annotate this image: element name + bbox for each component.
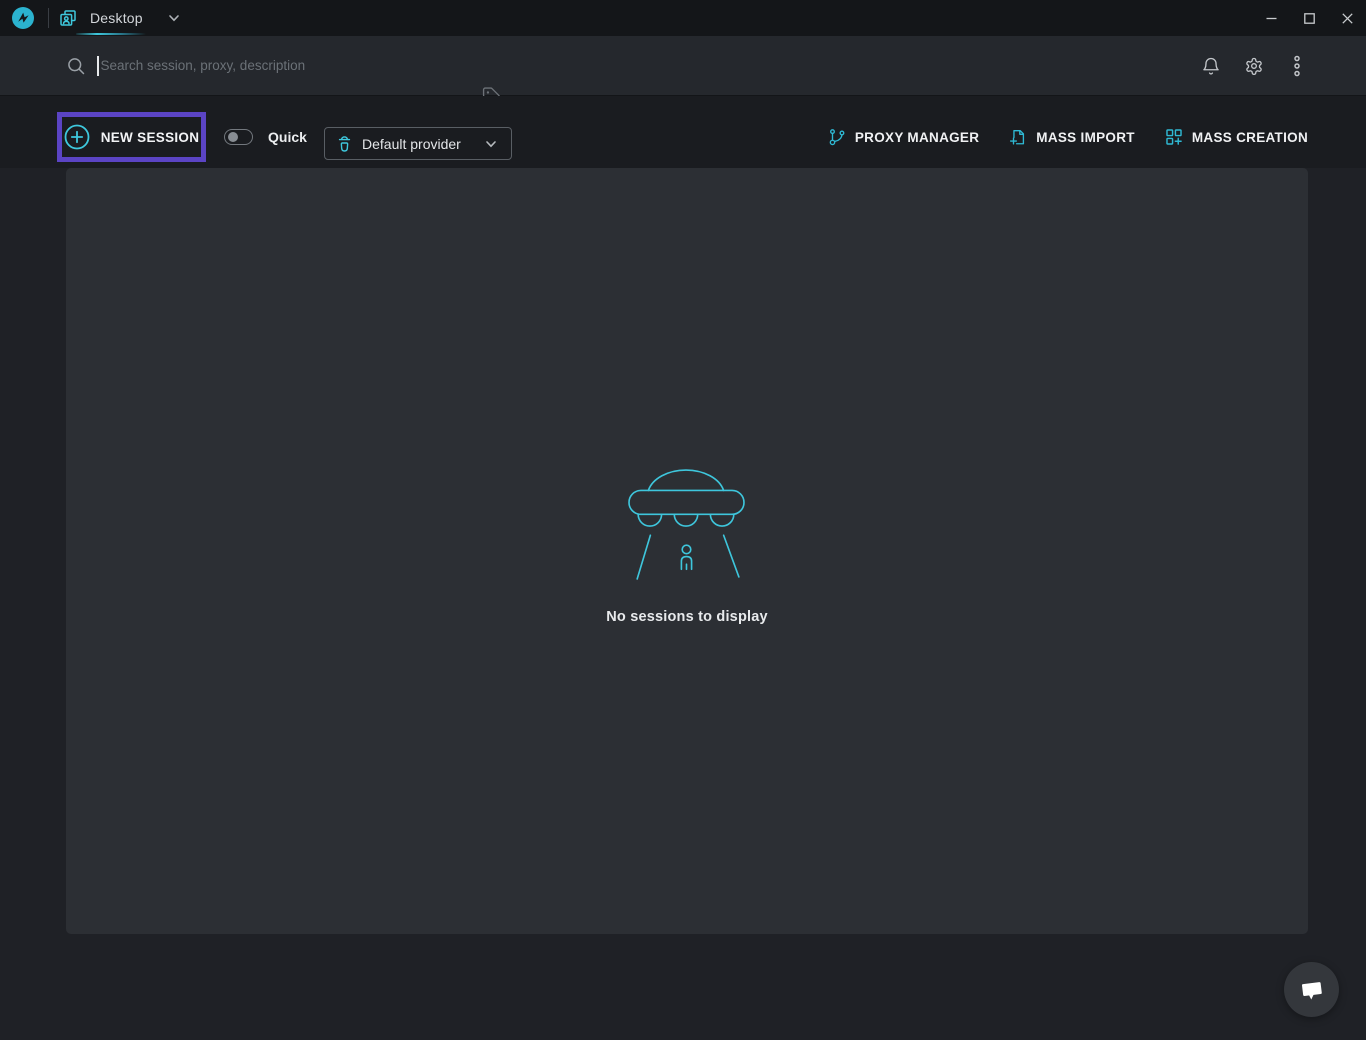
plus-circle-icon	[64, 124, 90, 150]
header-actions	[1200, 36, 1308, 96]
chevron-down-icon	[484, 137, 498, 151]
titlebar: Desktop	[0, 0, 1366, 36]
quick-label: Quick	[268, 129, 307, 145]
text-cursor	[97, 56, 99, 76]
mass-import-label: MASS IMPORT	[1036, 130, 1135, 145]
chat-support-button[interactable]	[1284, 962, 1339, 1017]
proxy-manager-label: PROXY MANAGER	[855, 130, 979, 145]
more-menu-button[interactable]	[1286, 55, 1308, 77]
sessions-panel: No sessions to display	[66, 168, 1308, 934]
search-bar	[0, 36, 1366, 96]
mass-creation-button[interactable]: MASS CREATION	[1165, 128, 1308, 146]
search-icon	[66, 56, 86, 76]
maximize-icon	[1303, 12, 1316, 25]
close-button[interactable]	[1328, 0, 1366, 36]
document-plus-icon	[1009, 128, 1027, 146]
toggle-knob	[228, 132, 238, 142]
app-window: Desktop	[0, 0, 1366, 1040]
chevron-down-icon	[167, 11, 181, 25]
mass-creation-label: MASS CREATION	[1192, 130, 1308, 145]
profile-windows-icon	[58, 8, 78, 28]
maximize-button[interactable]	[1290, 0, 1328, 36]
active-tab-indicator	[76, 33, 146, 36]
proxy-manager-button[interactable]: PROXY MANAGER	[828, 128, 979, 146]
provider-selected-value: Default provider	[362, 136, 461, 152]
gear-icon	[1244, 56, 1264, 76]
quick-toggle-group: Quick	[224, 96, 307, 168]
anonymous-person-icon	[338, 134, 351, 154]
app-logo-icon	[12, 7, 34, 29]
grid-plus-icon	[1165, 128, 1183, 146]
tab-desktop[interactable]: Desktop	[49, 0, 195, 36]
window-controls	[1252, 0, 1366, 36]
quick-toggle[interactable]	[224, 129, 253, 145]
tab-label: Desktop	[90, 10, 143, 26]
minimize-button[interactable]	[1252, 0, 1290, 36]
close-icon	[1341, 12, 1354, 25]
settings-button[interactable]	[1243, 55, 1265, 77]
provider-dropdown[interactable]: Default provider	[324, 127, 512, 160]
new-session-button[interactable]: NEW SESSION	[62, 117, 201, 157]
highlight-annotation: NEW SESSION	[57, 112, 206, 162]
search-input[interactable]	[101, 58, 461, 73]
notifications-button[interactable]	[1200, 55, 1222, 77]
minimize-icon	[1265, 12, 1278, 25]
kebab-menu-icon	[1290, 55, 1304, 77]
empty-state: No sessions to display	[606, 463, 768, 625]
branch-network-icon	[828, 128, 846, 146]
toolbar-actions: PROXY MANAGER MASS IMPORT MASS CREATION	[828, 96, 1308, 168]
speech-bubble-icon	[1297, 975, 1327, 1005]
toolbar: NEW SESSION Quick Default provider	[0, 96, 1366, 168]
new-session-label: NEW SESSION	[101, 130, 200, 145]
bell-icon	[1201, 56, 1221, 76]
mass-import-button[interactable]: MASS IMPORT	[1009, 128, 1135, 146]
ufo-abduction-illustration	[628, 463, 746, 581]
empty-state-text: No sessions to display	[606, 609, 768, 625]
